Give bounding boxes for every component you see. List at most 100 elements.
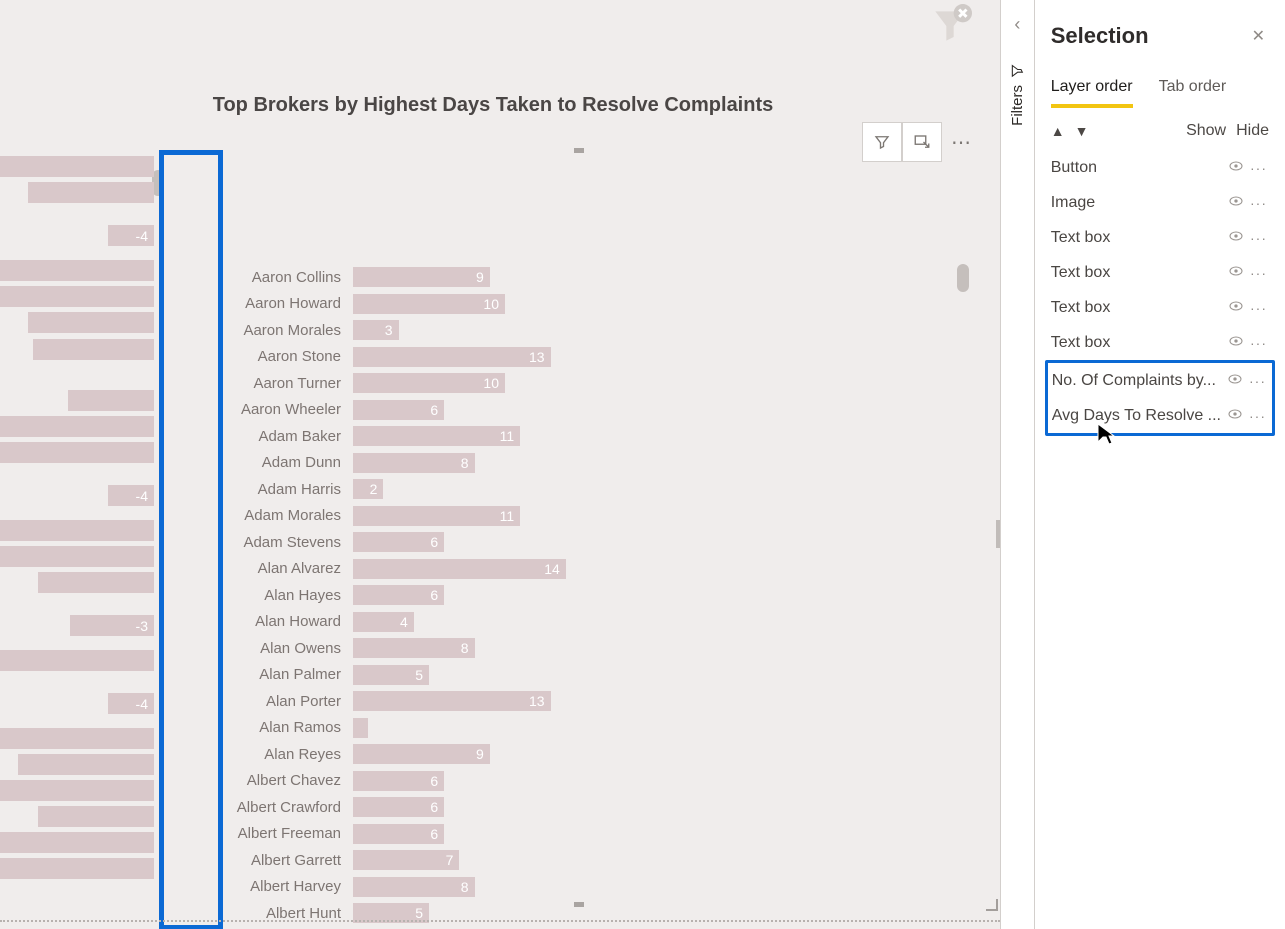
layer-item[interactable]: Button··· (1051, 150, 1269, 185)
data-bar[interactable]: 14 (353, 559, 566, 579)
chart-row[interactable]: Adam Dunn8 (166, 450, 960, 477)
visibility-icon[interactable] (1228, 193, 1244, 212)
chart-row[interactable]: Albert Freeman6 (166, 821, 960, 848)
data-bar[interactable]: 6 (353, 797, 444, 817)
data-bar[interactable]: 10 (353, 373, 505, 393)
visibility-icon[interactable] (1228, 228, 1244, 247)
chart-row[interactable]: Alan Owens8 (166, 635, 960, 662)
chart-row[interactable]: Alan Ramos (166, 715, 960, 742)
category-label: Alan Hayes (166, 587, 353, 604)
data-bar[interactable]: 3 (353, 320, 399, 340)
data-bar[interactable]: 8 (353, 453, 475, 473)
more-icon[interactable]: ··· (1250, 300, 1267, 316)
chart-row[interactable]: Aaron Wheeler6 (166, 397, 960, 424)
resize-handle-top[interactable] (574, 148, 584, 153)
data-bar[interactable]: 13 (353, 347, 551, 367)
more-icon[interactable]: ··· (1250, 160, 1267, 176)
visibility-icon[interactable] (1227, 371, 1243, 390)
category-label: Aaron Collins (166, 269, 353, 286)
chart-row[interactable]: Adam Baker11 (166, 423, 960, 450)
resize-handle-corner[interactable] (986, 899, 998, 911)
chart-row[interactable]: Albert Harvey8 (166, 874, 960, 901)
visibility-icon[interactable] (1228, 158, 1244, 177)
data-bar[interactable]: 2 (353, 479, 383, 499)
layer-item[interactable]: Text box··· (1051, 325, 1269, 360)
more-icon[interactable]: ··· (1250, 265, 1267, 281)
layer-item[interactable]: Text box··· (1051, 290, 1269, 325)
visibility-icon[interactable] (1228, 298, 1244, 317)
chart-row[interactable]: Aaron Stone13 (166, 344, 960, 371)
data-bar[interactable]: 11 (353, 426, 520, 446)
data-bar[interactable]: 6 (353, 585, 444, 605)
report-canvas[interactable]: -4-4-3-4 Top Brokers by Highest Days Tak… (0, 0, 1000, 929)
chart-row[interactable]: Alan Hayes6 (166, 582, 960, 609)
data-bar[interactable]: 8 (353, 877, 475, 897)
data-bar[interactable]: 5 (353, 665, 429, 685)
data-bar[interactable]: 10 (353, 294, 505, 314)
chart-row[interactable]: Adam Stevens6 (166, 529, 960, 556)
collapse-chevron-icon[interactable]: ‹ (1014, 8, 1020, 53)
category-label: Alan Howard (166, 613, 353, 630)
more-icon[interactable]: ··· (1249, 408, 1266, 424)
layer-item[interactable]: No. Of Complaints by...··· (1052, 363, 1268, 398)
data-bar[interactable]: 8 (353, 638, 475, 658)
chart-row[interactable]: Alan Alvarez14 (166, 556, 960, 583)
layer-item[interactable]: Image··· (1051, 185, 1269, 220)
visibility-icon[interactable] (1227, 406, 1243, 425)
category-label: Alan Ramos (166, 719, 353, 736)
resize-handle-bottom[interactable] (574, 902, 584, 907)
chart-row[interactable]: Aaron Collins9 (166, 264, 960, 291)
filters-pane-tab[interactable]: Filters (1009, 53, 1026, 136)
data-bar[interactable]: 9 (353, 267, 490, 287)
layer-item[interactable]: Text box··· (1051, 255, 1269, 290)
chart-row[interactable]: Adam Morales11 (166, 503, 960, 530)
move-up-icon[interactable]: ▲ (1051, 123, 1065, 139)
show-button[interactable]: Show (1186, 122, 1226, 140)
chart-row[interactable]: Alan Reyes9 (166, 741, 960, 768)
more-icon[interactable]: ··· (1250, 195, 1267, 211)
bar-chart-visual[interactable]: Top Brokers by Highest Days Taken to Res… (166, 94, 980, 917)
move-down-icon[interactable]: ▼ (1075, 123, 1089, 139)
category-label: Albert Chavez (166, 772, 353, 789)
data-bar[interactable]: 6 (353, 824, 444, 844)
hide-button[interactable]: Hide (1236, 122, 1269, 140)
chart-row[interactable]: Albert Chavez6 (166, 768, 960, 795)
more-icon[interactable]: ··· (1250, 335, 1267, 351)
visibility-icon[interactable] (1228, 263, 1244, 282)
close-icon[interactable]: ✕ (1248, 22, 1269, 50)
data-bar[interactable]: 6 (353, 771, 444, 791)
layer-item[interactable]: Avg Days To Resolve ...··· (1052, 398, 1268, 433)
tab-layer-order[interactable]: Layer order (1051, 78, 1133, 108)
visibility-icon[interactable] (1228, 333, 1244, 352)
chart-row[interactable]: Adam Harris2 (166, 476, 960, 503)
chart-row[interactable]: Alan Palmer5 (166, 662, 960, 689)
chart-row[interactable]: Alan Howard4 (166, 609, 960, 636)
tab-tab-order[interactable]: Tab order (1159, 78, 1227, 108)
peek-bar: -4 (108, 485, 154, 506)
focus-mode-button[interactable] (902, 122, 942, 162)
layer-item[interactable]: Text box··· (1051, 220, 1269, 255)
chart-row[interactable]: Albert Crawford6 (166, 794, 960, 821)
data-bar[interactable] (353, 718, 368, 738)
data-bar[interactable]: 4 (353, 612, 414, 632)
chart-row[interactable]: Aaron Morales3 (166, 317, 960, 344)
peek-bar: -4 (108, 225, 154, 246)
data-bar[interactable]: 7 (353, 850, 459, 870)
more-icon[interactable]: ··· (1249, 373, 1266, 389)
data-bar[interactable]: 11 (353, 506, 520, 526)
data-bar[interactable]: 6 (353, 400, 444, 420)
chart-scrollbar[interactable] (957, 264, 969, 929)
data-bar[interactable]: 6 (353, 532, 444, 552)
chart-row[interactable]: Aaron Turner10 (166, 370, 960, 397)
scrollbar-thumb[interactable] (957, 264, 969, 292)
data-bar[interactable]: 13 (353, 691, 551, 711)
peek-bar (33, 339, 154, 360)
chart-row[interactable]: Alan Porter13 (166, 688, 960, 715)
category-label: Aaron Wheeler (166, 401, 353, 418)
more-options-button[interactable]: ⋯ (942, 123, 980, 161)
data-bar[interactable]: 9 (353, 744, 490, 764)
filter-button[interactable] (862, 122, 902, 162)
more-icon[interactable]: ··· (1250, 230, 1267, 246)
chart-row[interactable]: Albert Garrett7 (166, 847, 960, 874)
chart-row[interactable]: Aaron Howard10 (166, 291, 960, 318)
